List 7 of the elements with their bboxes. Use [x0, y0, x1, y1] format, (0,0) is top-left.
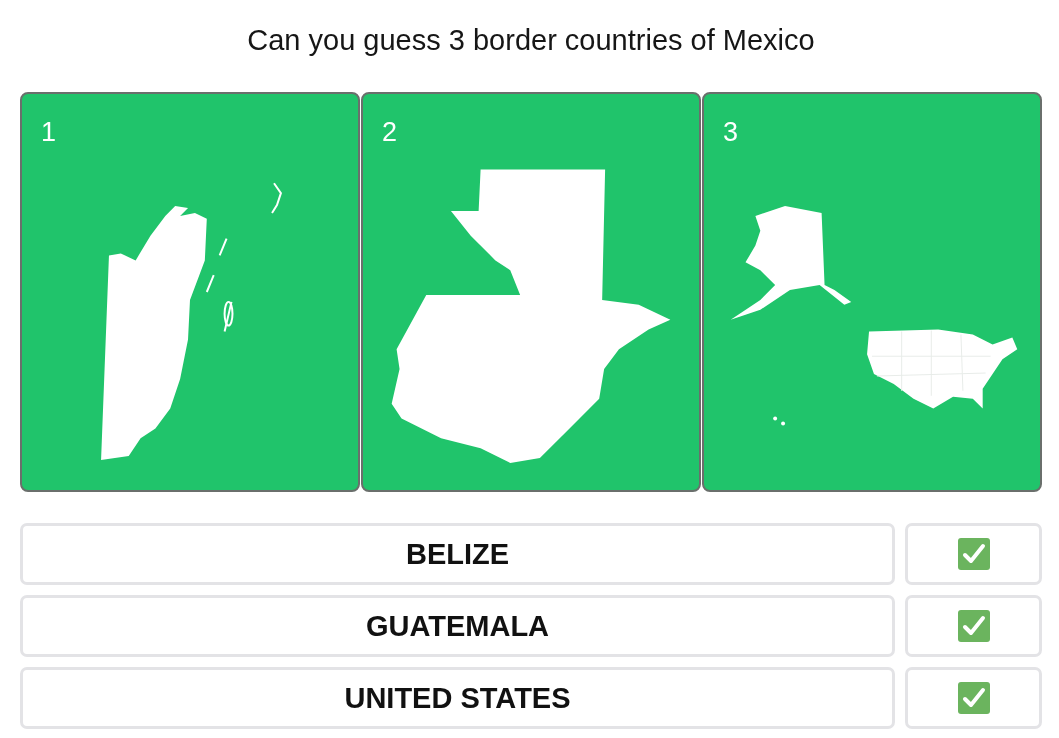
answer-field: BELIZE	[20, 523, 895, 585]
card-number: 1	[41, 116, 57, 148]
card-number: 2	[382, 116, 398, 148]
card-number: 3	[723, 116, 739, 148]
answer-field: UNITED STATES	[20, 667, 895, 729]
answer-field: GUATEMALA	[20, 595, 895, 657]
question-title: Can you guess 3 border countries of Mexico	[246, 23, 816, 58]
